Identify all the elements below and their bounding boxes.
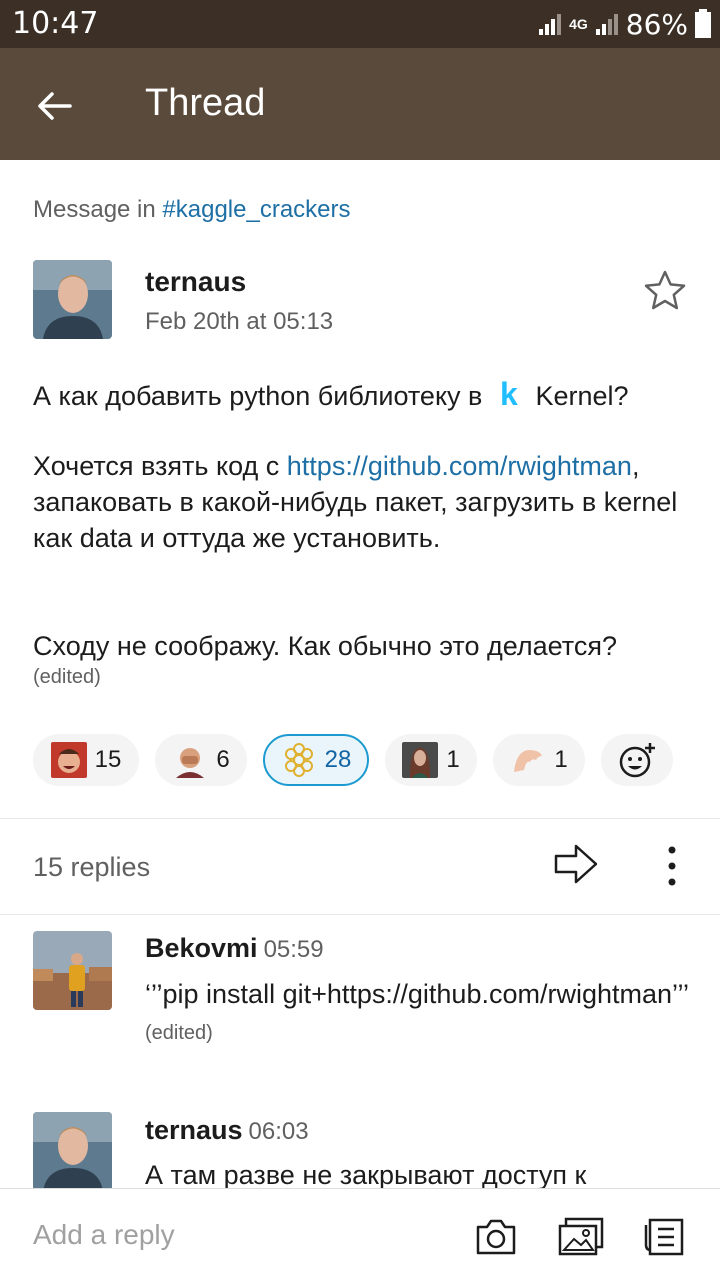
reply-time: 05:59 (263, 936, 324, 963)
reaction-chip[interactable]: 1 (385, 734, 477, 786)
reaction-count: 1 (446, 746, 460, 773)
woman-portrait-emoji (402, 742, 439, 778)
star-outline-icon (644, 270, 686, 310)
back-button[interactable] (26, 78, 82, 134)
reply-text-content: ‘’’pip install git+https://github.com/rw… (145, 979, 689, 1009)
github-link[interactable]: https://github.com/rwightman (287, 451, 632, 481)
camera-button[interactable] (474, 1217, 518, 1257)
avatar[interactable] (33, 931, 112, 1010)
avatar-photo (33, 1112, 112, 1191)
divider (0, 914, 720, 915)
message-text: Kernel? (535, 381, 629, 411)
reaction-count: 6 (216, 746, 230, 773)
channel-link[interactable]: #kaggle_crackers (162, 196, 350, 223)
app-bar: Thread (0, 48, 720, 160)
message-paragraph-2: Хочется взять код с https://github.com/r… (33, 448, 693, 556)
network-type-icon: 4G (569, 16, 588, 32)
reaction-count: 28 (324, 746, 352, 773)
author-name[interactable]: ternaus (145, 266, 246, 298)
reply-time: 06:03 (248, 1118, 309, 1145)
divider (0, 818, 720, 819)
reply-author-line: ternaus 06:03 (145, 1115, 309, 1146)
reply-author-name[interactable]: ternaus (145, 1115, 243, 1145)
signal-icon-2 (595, 14, 618, 35)
message-paragraph-3: Сходу не соображу. Как обычно это делает… (33, 631, 617, 661)
message-text: А как добавить python библиотеку в (33, 381, 483, 411)
add-reaction-button[interactable] (601, 734, 673, 786)
share-arrow-icon (554, 844, 598, 884)
avatar-photo (33, 260, 112, 339)
reaction-chip[interactable]: 15 (33, 734, 139, 786)
reaction-count: 1 (554, 746, 568, 773)
reaction-chip[interactable]: 6 (155, 734, 247, 786)
replies-count: 15 replies (33, 852, 151, 882)
image-icon (558, 1217, 604, 1256)
message-in-label: Message in (33, 196, 156, 223)
more-options-button[interactable] (656, 842, 688, 890)
star-button[interactable] (642, 268, 690, 316)
signal-icon (539, 14, 562, 35)
file-button[interactable] (642, 1217, 686, 1257)
reaction-chip-active[interactable]: 28 (263, 734, 369, 786)
more-vertical-icon (668, 846, 676, 886)
reply-input[interactable]: Add a reply (33, 1219, 175, 1251)
edited-label: (edited) (145, 1022, 213, 1044)
reply-author-name[interactable]: Bekovmi (145, 933, 258, 963)
message-text: Хочется взять код с (33, 451, 287, 481)
laughing-man-emoji (50, 742, 87, 778)
reply-composer: Add a reply (0, 1188, 720, 1280)
message-paragraph-1: А как добавить python библиотеку в k Ker… (33, 376, 693, 414)
image-button[interactable] (558, 1217, 604, 1257)
add-reaction-icon (619, 743, 655, 778)
avatar[interactable] (33, 260, 112, 339)
avatar-photo (33, 931, 112, 1010)
status-indicators: 4G 86% (537, 6, 712, 42)
message-channel-line: Message in #kaggle_crackers (33, 196, 351, 224)
status-bar: 10:47 4G 86% (0, 0, 720, 48)
file-icon (644, 1218, 684, 1256)
facepalm-emoji (172, 742, 209, 778)
arrow-left-icon (38, 92, 72, 120)
battery-percent: 86% (625, 7, 688, 41)
reaction-count: 15 (94, 746, 122, 773)
sunflower-pattern-emoji (284, 743, 313, 777)
battery-icon (695, 9, 711, 38)
camera-icon (476, 1219, 516, 1255)
share-button[interactable] (552, 842, 602, 888)
page-title: Thread (145, 82, 266, 124)
message-timestamp: Feb 20th at 05:13 (145, 308, 334, 335)
status-time: 10:47 (12, 6, 99, 41)
reply-author-line: Bekovmi 05:59 (145, 933, 324, 964)
kaggle-logo-icon: k (500, 376, 518, 412)
reactions-bar: 15 6 28 1 1 (33, 734, 693, 786)
avatar[interactable] (33, 1112, 112, 1191)
reply-text: ‘’’pip install git+https://github.com/rw… (145, 976, 700, 1051)
edited-label: (edited) (33, 666, 101, 688)
hand-emoji (510, 742, 547, 778)
reaction-chip[interactable]: 1 (493, 734, 585, 786)
